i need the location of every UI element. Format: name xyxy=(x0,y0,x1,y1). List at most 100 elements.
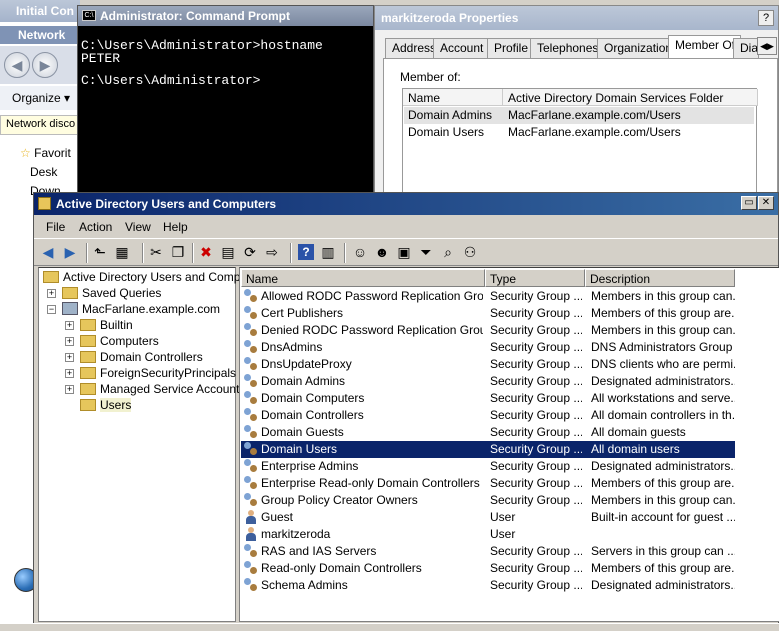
menu-view[interactable]: View xyxy=(125,220,151,234)
table-row[interactable]: Group Policy Creator Owners Security Grou… xyxy=(241,492,735,509)
close-button[interactable]: ✕ xyxy=(758,196,774,210)
menu-action[interactable]: Action xyxy=(79,220,112,234)
column-header-folder[interactable]: Active Directory Domain Services Folder xyxy=(503,89,758,106)
network-breadcrumb[interactable]: Network xyxy=(0,26,80,44)
expand-icon[interactable]: + xyxy=(65,337,74,346)
toolbar-separator xyxy=(290,243,292,263)
refresh-icon[interactable]: ⟳ xyxy=(242,244,258,260)
column-header-description[interactable]: Description xyxy=(585,269,735,287)
table-row[interactable]: Allowed RODC Password Replication Group S… xyxy=(241,288,735,305)
table-row[interactable]: Domain Users Security Group ... All domain… xyxy=(241,441,735,458)
cell-type: Security Group ... xyxy=(490,493,582,507)
tree-root[interactable]: Active Directory Users and Comput xyxy=(43,270,250,286)
expand-icon[interactable]: + xyxy=(65,321,74,330)
desktop-label: Desk xyxy=(30,165,58,179)
group-icon xyxy=(244,357,258,371)
table-row[interactable]: Guest User Built-in account for guest ... xyxy=(241,509,735,526)
help-button[interactable]: ? xyxy=(758,10,774,26)
tree-users[interactable]: Users xyxy=(80,398,132,414)
up-folder-icon[interactable]: ⬑ xyxy=(92,244,108,260)
cell-type: Security Group ... xyxy=(490,578,582,592)
cell-name: Allowed RODC Password Replication Group xyxy=(261,289,483,303)
new-user-icon[interactable]: ☺ xyxy=(352,244,368,260)
help-icon[interactable]: ? xyxy=(298,244,314,260)
member-of-list[interactable]: Name Active Directory Domain Services Fo… xyxy=(402,88,758,208)
folder-icon xyxy=(80,367,96,379)
group-icon xyxy=(244,561,258,575)
menu-file[interactable]: File xyxy=(46,220,65,234)
console-tree[interactable]: Active Directory Users and Comput + Saved… xyxy=(38,267,250,622)
tree-domain-controllers[interactable]: + Domain Controllers xyxy=(65,350,203,366)
expand-icon[interactable]: + xyxy=(65,353,74,362)
tree-domain[interactable]: − MacFarlane.example.com xyxy=(47,302,220,318)
tree-builtin[interactable]: + Builtin xyxy=(65,318,133,334)
add-to-group-icon[interactable]: ⚇ xyxy=(462,244,478,260)
tab-telephones[interactable]: Telephones xyxy=(530,38,605,58)
tab-profile[interactable]: Profile xyxy=(487,38,535,58)
network-discovery-bar[interactable]: Network disco xyxy=(0,115,80,135)
tree-computers[interactable]: + Computers xyxy=(65,334,159,350)
command-prompt-window[interactable]: Administrator: Command Prompt C:\ C:\Use… xyxy=(77,5,374,195)
tree-managed-service-accounts[interactable]: + Managed Service Accounts xyxy=(65,382,245,398)
properties-icon[interactable]: ▤ xyxy=(220,244,236,260)
export-list-icon[interactable]: ⇨ xyxy=(264,244,280,260)
column-header-name[interactable]: Name xyxy=(241,269,485,287)
tree-foreign-security-principals[interactable]: + ForeignSecurityPrincipals xyxy=(65,366,236,382)
table-row[interactable]: Domain Guests Security Group ... All domai… xyxy=(241,424,735,441)
list-item[interactable]: Domain Users MacFarlane.example.com/User… xyxy=(404,124,754,141)
cell-description: All domain controllers in th... xyxy=(591,408,735,422)
favorites-item[interactable]: ☆ Favorit xyxy=(20,146,71,160)
cut-icon[interactable]: ✂ xyxy=(148,244,164,260)
filter-icon[interactable]: ⏷ xyxy=(418,244,434,260)
table-row[interactable]: RAS and IAS Servers Security Group ... Ser… xyxy=(241,543,735,560)
table-row[interactable]: Read-only Domain Controllers Security Gro… xyxy=(241,560,735,577)
copy-icon[interactable]: ❐ xyxy=(170,244,186,260)
action-pane-icon[interactable]: ▥ xyxy=(320,244,336,260)
list-item[interactable]: Domain Admins MacFarlane.example.com/Use… xyxy=(404,107,754,124)
desktop-item[interactable]: Desk xyxy=(30,165,57,179)
table-row[interactable]: DnsUpdateProxy Security Group ... DNS clie… xyxy=(241,356,735,373)
tab-organization[interactable]: Organization xyxy=(597,38,679,58)
table-row[interactable]: Domain Computers Security Group ... All wo… xyxy=(241,390,735,407)
organize-label: Organize xyxy=(12,91,61,105)
delete-icon[interactable]: ✖ xyxy=(198,244,214,260)
cell-description: Designated administrators... xyxy=(591,374,735,388)
organize-menu[interactable]: Organize ▾ xyxy=(0,86,80,110)
forward-icon[interactable]: ▶ xyxy=(32,52,58,78)
find-icon[interactable]: ⌕ xyxy=(440,244,456,260)
restore-button[interactable]: ▭ xyxy=(741,196,757,210)
back-arrow-icon[interactable]: ◀ xyxy=(40,244,56,260)
collapse-icon[interactable]: − xyxy=(47,305,56,314)
table-row[interactable]: Domain Controllers Security Group ... All … xyxy=(241,407,735,424)
expand-icon[interactable]: + xyxy=(65,369,74,378)
table-row[interactable]: Cert Publishers Security Group ... Members… xyxy=(241,305,735,322)
new-ou-icon[interactable]: ▣ xyxy=(396,244,412,260)
expand-icon[interactable]: + xyxy=(65,385,74,394)
tree-saved-queries[interactable]: + Saved Queries xyxy=(47,286,161,302)
group-name: Domain Users xyxy=(408,125,485,139)
table-row[interactable]: markitzeroda User xyxy=(241,526,735,543)
column-header-type[interactable]: Type xyxy=(485,269,585,287)
table-row[interactable]: Schema Admins Security Group ... Designate… xyxy=(241,577,735,594)
back-icon[interactable]: ◀ xyxy=(4,52,30,78)
tab-member-of[interactable]: Member Of xyxy=(668,35,742,59)
new-group-icon[interactable]: ☻ xyxy=(374,244,390,260)
expand-icon[interactable]: + xyxy=(47,289,56,298)
show-console-tree-icon[interactable]: ▦ xyxy=(114,244,130,260)
table-row[interactable]: Domain Admins Security Group ... Designate… xyxy=(241,373,735,390)
tab-scroll-icon[interactable]: ◀▶ xyxy=(757,37,777,55)
table-row[interactable]: Enterprise Read-only Domain Controllers S… xyxy=(241,475,735,492)
cell-name: DnsUpdateProxy xyxy=(261,357,352,371)
details-list[interactable]: Name Type Description Allowed RODC Passw… xyxy=(239,267,779,622)
forward-arrow-icon[interactable]: ▶ xyxy=(62,244,78,260)
group-icon xyxy=(244,340,258,354)
menu-help[interactable]: Help xyxy=(163,220,188,234)
table-row[interactable]: DnsAdmins Security Group ... DNS Administr… xyxy=(241,339,735,356)
user-icon xyxy=(245,510,256,524)
tab-account[interactable]: Account xyxy=(433,38,490,58)
column-header-name[interactable]: Name xyxy=(403,89,503,106)
cell-name: RAS and IAS Servers xyxy=(261,544,377,558)
tab-dial-in[interactable]: Dial xyxy=(733,38,759,58)
table-row[interactable]: Enterprise Admins Security Group ... Desig… xyxy=(241,458,735,475)
table-row[interactable]: Denied RODC Password Replication Group Se… xyxy=(241,322,735,339)
